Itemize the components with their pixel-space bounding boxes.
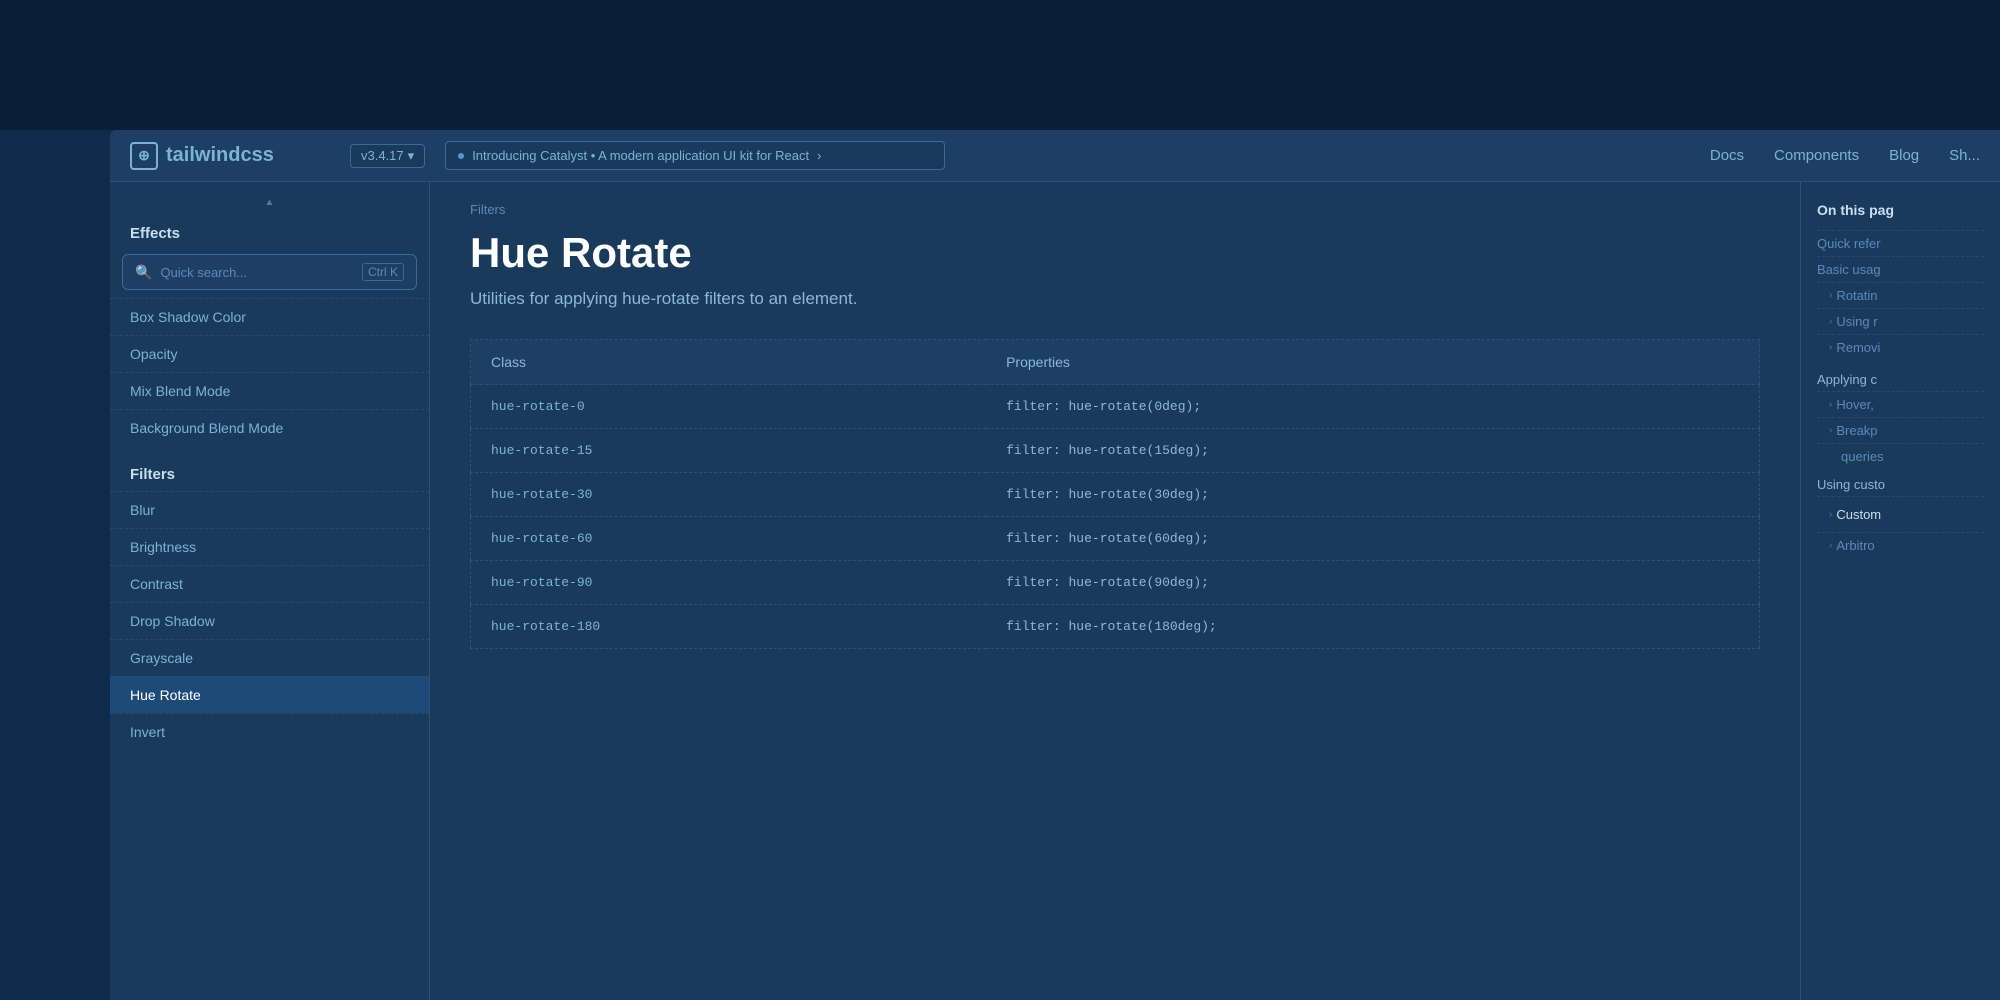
search-icon: 🔍 (135, 264, 152, 281)
version-chevron: ▾ (408, 148, 415, 164)
toc-item-using-r[interactable]: › Using r (1817, 308, 1984, 334)
nav-link-components[interactable]: Components (1774, 147, 1859, 164)
toc-chevron-icon: › (1829, 316, 1832, 327)
toc-label-custom: Custom (1836, 502, 1881, 527)
props-cell: filter: hue-rotate(180deg); (986, 605, 1759, 649)
using-custom-section: Using custo (1817, 469, 1984, 496)
col-header-props: Properties (986, 340, 1759, 385)
search-keyboard-shortcut: Ctrl K (362, 263, 404, 281)
table-row: hue-rotate-0 filter: hue-rotate(0deg); (471, 385, 1760, 429)
class-cell: hue-rotate-30 (471, 473, 987, 517)
class-cell: hue-rotate-0 (471, 385, 987, 429)
scroll-indicator: ▲ (110, 192, 429, 213)
logo-area: ⊕ tailwindcss (130, 142, 330, 170)
sidebar-item-drop-shadow[interactable]: Drop Shadow (110, 602, 429, 639)
filters-section-header: Filters (110, 454, 429, 491)
toc-chevron-icon: › (1829, 540, 1832, 551)
toc-label: Hover, (1836, 397, 1874, 412)
table-row: hue-rotate-180 filter: hue-rotate(180deg… (471, 605, 1760, 649)
toc-label: Breakp (1836, 423, 1877, 438)
toc-item-breakpoint[interactable]: › Breakp (1817, 417, 1984, 443)
nav-link-docs[interactable]: Docs (1710, 147, 1744, 164)
page-title: Hue Rotate (470, 229, 1760, 277)
nav-link-more[interactable]: Sh... (1949, 147, 1980, 164)
toc-item-arbitrary[interactable]: › Arbitro (1817, 532, 1984, 558)
search-placeholder: Quick search... (160, 265, 354, 280)
nav-link-blog[interactable]: Blog (1889, 147, 1919, 164)
toc-label: Using r (1836, 314, 1877, 329)
version-text: v3.4.17 (361, 148, 404, 163)
sidebar-item-box-shadow-color[interactable]: Box Shadow Color (110, 298, 429, 335)
sidebar: ▲ Effects 🔍 Quick search... Ctrl K Box S… (110, 182, 430, 1000)
toc-label: Rotatin (1836, 288, 1877, 303)
content-area: Filters Hue Rotate Utilities for applyin… (430, 182, 1800, 1000)
sidebar-item-invert[interactable]: Invert (110, 713, 429, 750)
toc-item-removing[interactable]: › Removi (1817, 334, 1984, 360)
toc-item-quick-ref[interactable]: Quick refer (1817, 230, 1984, 256)
main-content: ▲ Effects 🔍 Quick search... Ctrl K Box S… (110, 182, 2000, 1000)
effects-section-header: Effects (110, 213, 429, 250)
sidebar-item-background-blend-mode[interactable]: Background Blend Mode (110, 409, 429, 446)
sidebar-item-contrast[interactable]: Contrast (110, 565, 429, 602)
class-cell: hue-rotate-180 (471, 605, 987, 649)
announcement-arrow: › (817, 148, 821, 163)
version-badge[interactable]: v3.4.17 ▾ (350, 144, 425, 168)
toc-item-hover[interactable]: › Hover, (1817, 391, 1984, 417)
class-cell: hue-rotate-90 (471, 561, 987, 605)
announcement-dot (458, 153, 464, 159)
props-cell: filter: hue-rotate(90deg); (986, 561, 1759, 605)
sidebar-item-hue-rotate[interactable]: Hue Rotate (110, 676, 429, 713)
nav-links: Docs Components Blog Sh... (1710, 147, 1980, 164)
props-cell: filter: hue-rotate(15deg); (986, 429, 1759, 473)
toc-label: Arbitro (1836, 538, 1874, 553)
applying-section-header: Applying c (1817, 364, 1984, 391)
class-cell: hue-rotate-60 (471, 517, 987, 561)
top-background (0, 0, 2000, 130)
toc-chevron-icon: › (1829, 425, 1832, 436)
browser-window: ⊕ tailwindcss v3.4.17 ▾ Introducing Cata… (110, 130, 2000, 1000)
sidebar-item-blur[interactable]: Blur (110, 491, 429, 528)
toc-chevron-icon: › (1829, 290, 1832, 301)
right-sidebar-title: On this pag (1817, 202, 1984, 218)
toc-chevron-icon: › (1829, 509, 1832, 520)
toc-chevron-icon: › (1829, 342, 1832, 353)
table-row: hue-rotate-30 filter: hue-rotate(30deg); (471, 473, 1760, 517)
page-subtitle: Utilities for applying hue-rotate filter… (470, 289, 1760, 309)
props-cell: filter: hue-rotate(60deg); (986, 517, 1759, 561)
search-box[interactable]: 🔍 Quick search... Ctrl K (122, 254, 417, 290)
toc-chevron-icon: › (1829, 399, 1832, 410)
right-sidebar: On this pag Quick refer Basic usag › Rot… (1800, 182, 2000, 1000)
toc-item-rotating[interactable]: › Rotatin (1817, 282, 1984, 308)
toc-label: Removi (1836, 340, 1880, 355)
navigation-bar: ⊕ tailwindcss v3.4.17 ▾ Introducing Cata… (110, 130, 2000, 182)
breadcrumb: Filters (470, 202, 1760, 217)
sidebar-item-opacity[interactable]: Opacity (110, 335, 429, 372)
reference-table: Class Properties hue-rotate-0 filter: hu… (470, 339, 1760, 649)
sidebar-item-grayscale[interactable]: Grayscale (110, 639, 429, 676)
sidebar-item-mix-blend-mode[interactable]: Mix Blend Mode (110, 372, 429, 409)
table-row: hue-rotate-90 filter: hue-rotate(90deg); (471, 561, 1760, 605)
logo-text: tailwindcss (166, 144, 274, 167)
table-row: hue-rotate-60 filter: hue-rotate(60deg); (471, 517, 1760, 561)
props-cell: filter: hue-rotate(30deg); (986, 473, 1759, 517)
announcement-text: Introducing Catalyst • A modern applicat… (472, 148, 809, 163)
logo-icon: ⊕ (130, 142, 158, 170)
table-header: Class Properties (471, 340, 1760, 385)
announcement-bar[interactable]: Introducing Catalyst • A modern applicat… (445, 141, 945, 170)
props-cell: filter: hue-rotate(0deg); (986, 385, 1759, 429)
toc-item-custom[interactable]: › Custom (1817, 496, 1984, 532)
sidebar-item-brightness[interactable]: Brightness (110, 528, 429, 565)
col-header-class: Class (471, 340, 987, 385)
class-cell: hue-rotate-15 (471, 429, 987, 473)
toc-item-basic-usage[interactable]: Basic usag (1817, 256, 1984, 282)
toc-item-queries[interactable]: queries (1817, 443, 1984, 469)
table-row: hue-rotate-15 filter: hue-rotate(15deg); (471, 429, 1760, 473)
table-body: hue-rotate-0 filter: hue-rotate(0deg); h… (471, 385, 1760, 649)
